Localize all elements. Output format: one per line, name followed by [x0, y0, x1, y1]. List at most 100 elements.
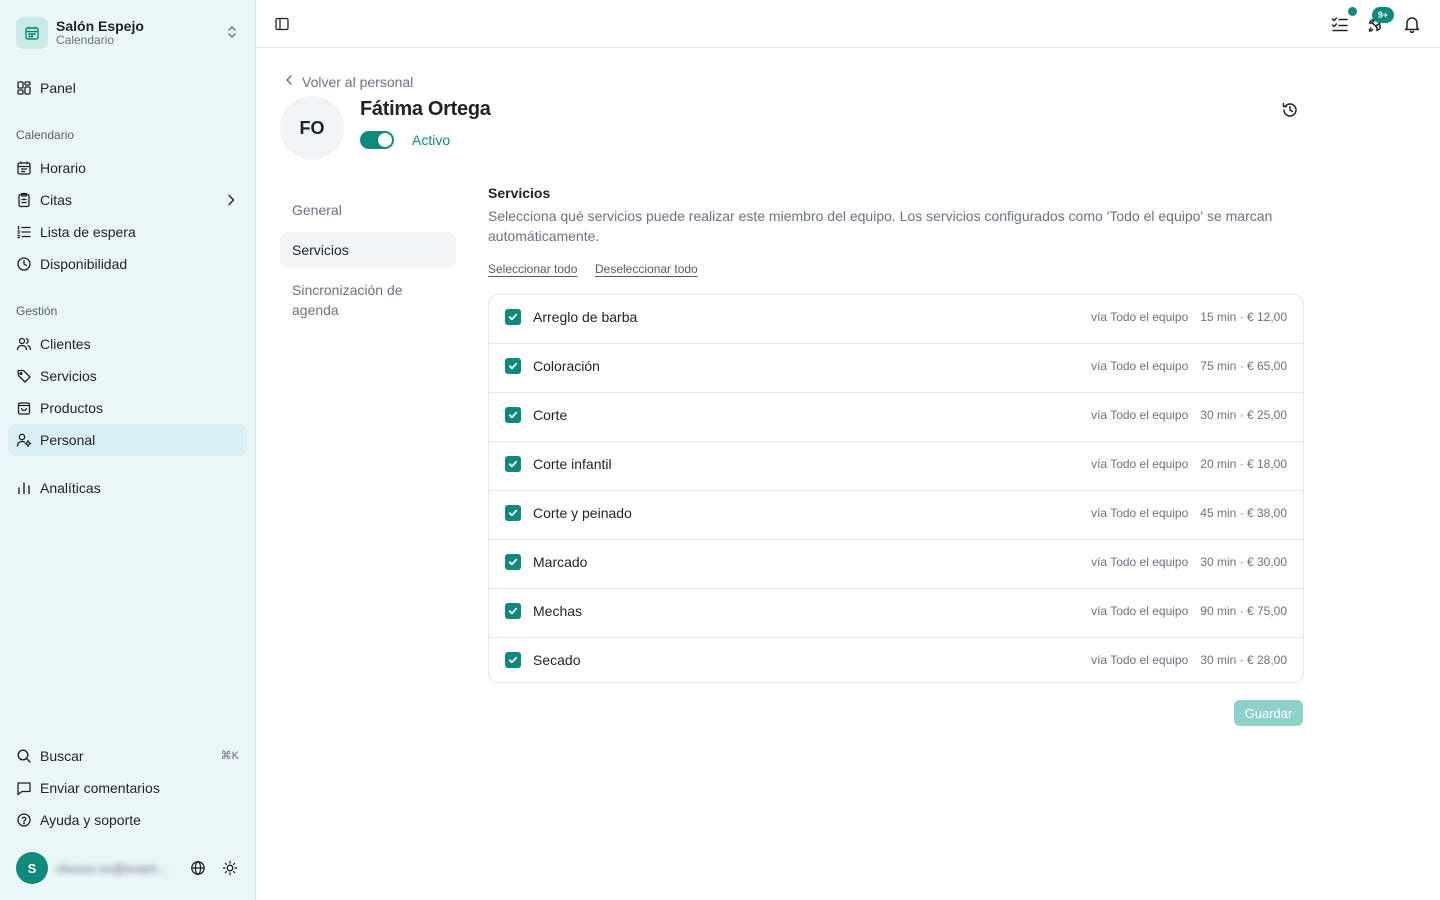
sidebar-item-appointments[interactable]: Citas — [8, 184, 247, 216]
service-source: vía Todo el equipo — [1091, 310, 1189, 324]
calendar-logo-icon — [16, 17, 48, 49]
clock-icon — [16, 256, 32, 272]
tab-general[interactable]: General — [280, 192, 456, 228]
sidebar-item-clients[interactable]: Clientes — [8, 328, 247, 360]
sidebar-item-help[interactable]: Ayuda y soporte — [8, 804, 247, 836]
service-name: Corte infantil — [533, 456, 612, 472]
service-checkbox[interactable] — [505, 505, 521, 521]
back-link-label: Volver al personal — [302, 73, 414, 90]
user-email: ckxxxx-xx@exam... — [56, 860, 166, 876]
service-duration-price: 75 min · € 65,00 — [1200, 359, 1287, 373]
sidebar-item-feedback[interactable]: Enviar comentarios — [8, 772, 247, 804]
service-name: Corte — [533, 407, 568, 423]
sidebar-toggle-icon[interactable] — [274, 16, 290, 37]
list-ordered-icon — [16, 224, 32, 240]
service-checkbox[interactable] — [505, 603, 521, 619]
service-source: vía Todo el equipo — [1091, 408, 1189, 422]
tag-icon — [16, 368, 32, 384]
service-duration-price: 30 min · € 30,00 — [1200, 555, 1287, 569]
service-checkbox[interactable] — [505, 554, 521, 570]
sidebar-item-products[interactable]: Productos — [8, 392, 247, 424]
service-row[interactable]: Corte vía Todo el equipo 30 min · € 25,00 — [489, 393, 1303, 442]
service-name: Mechas — [533, 603, 583, 619]
service-duration-price: 90 min · € 75,00 — [1200, 604, 1287, 618]
sidebar-item-label: Horario — [40, 160, 86, 176]
calendar-icon — [16, 160, 32, 176]
sidebar-item-label: Enviar comentarios — [40, 780, 160, 796]
search-icon — [16, 748, 32, 764]
shopping-bag-icon — [16, 400, 32, 416]
sidebar-item-label: Buscar — [40, 748, 84, 764]
active-toggle[interactable] — [360, 131, 394, 149]
tab-calendar-sync[interactable]: Sincronización de agenda — [280, 272, 456, 328]
clipboard-icon — [16, 192, 32, 208]
sidebar: Salón Espejo Calendario Panel Calendario… — [0, 0, 256, 900]
back-to-staff-link[interactable]: Volver al personal — [284, 73, 413, 90]
service-source: vía Todo el equipo — [1091, 604, 1189, 618]
sidebar-item-label: Personal — [40, 432, 96, 448]
help-circle-icon — [16, 812, 32, 828]
sidebar-item-panel[interactable]: Panel — [8, 72, 247, 104]
sidebar-item-staff[interactable]: Personal — [8, 424, 247, 456]
sidebar-item-label: Servicios — [40, 368, 97, 384]
service-row[interactable]: Corte y peinado vía Todo el equipo 45 min… — [489, 491, 1303, 540]
top-bar: 9+ — [256, 0, 1440, 48]
service-checkbox[interactable] — [505, 652, 521, 668]
service-row[interactable]: Mechas vía Todo el equipo 90 min · € 75,0… — [489, 589, 1303, 638]
service-row[interactable]: Arreglo de barba vía Todo el equipo 15 mi… — [489, 295, 1303, 344]
service-source: vía Todo el equipo — [1091, 555, 1189, 569]
workspace-subtitle: Calendario — [56, 33, 115, 48]
service-source: vía Todo el equipo — [1091, 359, 1189, 373]
service-checkbox[interactable] — [505, 456, 521, 472]
select-all-button[interactable]: Seleccionar todo — [488, 262, 577, 276]
user-menu[interactable]: S ckxxxx-xx@exam... — [16, 852, 240, 884]
checklist-icon[interactable] — [1330, 14, 1350, 34]
service-duration-price: 20 min · € 18,00 — [1200, 457, 1287, 471]
service-name: Coloración — [533, 358, 600, 374]
sidebar-item-analytics[interactable]: Analíticas — [8, 472, 247, 504]
service-source: vía Todo el equipo — [1091, 653, 1189, 667]
service-duration-price: 30 min · € 28,00 — [1200, 653, 1287, 667]
service-duration-price: 30 min · € 25,00 — [1200, 408, 1287, 422]
service-duration-price: 15 min · € 12,00 — [1200, 310, 1287, 324]
sidebar-item-label: Lista de espera — [40, 224, 136, 240]
service-source: vía Todo el equipo — [1091, 457, 1189, 471]
globe-icon[interactable] — [190, 860, 206, 881]
avatar: S — [16, 852, 48, 884]
user-cog-icon — [16, 432, 32, 448]
service-name: Marcado — [533, 554, 588, 570]
service-row[interactable]: Corte infantil vía Todo el equipo 20 min … — [489, 442, 1303, 491]
service-checkbox[interactable] — [505, 358, 521, 374]
chevrons-up-down-icon — [224, 24, 240, 45]
sidebar-item-label: Disponibilidad — [40, 256, 128, 272]
sidebar-item-label: Panel — [40, 80, 76, 96]
sidebar-item-waitlist[interactable]: Lista de espera — [8, 216, 247, 248]
save-button[interactable]: Guardar — [1234, 700, 1303, 726]
service-checkbox[interactable] — [505, 309, 521, 325]
sidebar-item-services[interactable]: Servicios — [8, 360, 247, 392]
tasks-indicator-dot — [1348, 7, 1357, 16]
section-description: Selecciona qué servicios puede realizar … — [488, 208, 1273, 244]
status-label: Activo — [412, 132, 451, 148]
chevron-right-icon — [223, 192, 239, 211]
service-row[interactable]: Secado vía Todo el equipo 30 min · € 28,0… — [489, 638, 1303, 682]
sun-icon[interactable] — [222, 860, 238, 881]
workspace-switcher[interactable]: Salón Espejo Calendario — [16, 16, 240, 50]
history-icon[interactable] — [1281, 101, 1299, 124]
service-checkbox[interactable] — [505, 407, 521, 423]
sidebar-item-schedule[interactable]: Horario — [8, 152, 247, 184]
bell-icon[interactable] — [1402, 14, 1422, 34]
section-label-calendar: Calendario — [16, 128, 75, 142]
sidebar-item-availability[interactable]: Disponibilidad — [8, 248, 247, 280]
service-row[interactable]: Coloración vía Todo el equipo 75 min · € … — [489, 344, 1303, 393]
service-name: Arreglo de barba — [533, 309, 638, 325]
sidebar-item-label: Citas — [40, 192, 72, 208]
sidebar-item-label: Ayuda y soporte — [40, 812, 141, 828]
sidebar-item-search[interactable]: Buscar ⌘K — [8, 740, 247, 772]
tab-services[interactable]: Servicios — [280, 232, 456, 268]
sidebar-item-label: Clientes — [40, 336, 91, 352]
deselect-all-button[interactable]: Deseleccionar todo — [595, 262, 698, 276]
service-name: Corte y peinado — [533, 505, 632, 521]
section-label-management: Gestión — [16, 304, 58, 318]
service-row[interactable]: Marcado vía Todo el equipo 30 min · € 30,… — [489, 540, 1303, 589]
